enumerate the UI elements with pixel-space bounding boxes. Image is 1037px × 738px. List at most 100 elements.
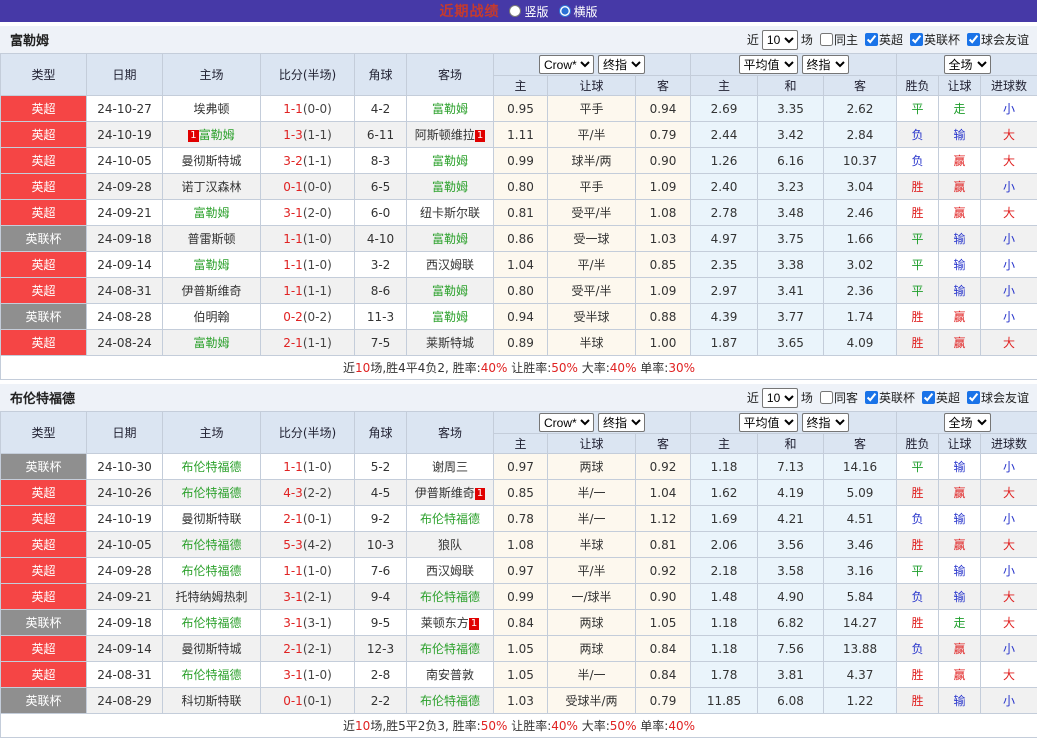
- filter-option-英超[interactable]: 英超: [861, 31, 903, 48]
- home-team-name: 科切斯特联: [181, 694, 241, 708]
- corners-cell: 11-3: [355, 304, 407, 330]
- avg-away-odds-cell: 14.27: [824, 610, 897, 636]
- full-time-score: 3-2: [283, 154, 303, 168]
- league-badge: 英超: [1, 122, 87, 148]
- away-odds-cell: 0.92: [636, 558, 691, 584]
- filter-checkbox[interactable]: [820, 391, 833, 404]
- goals-total-cell: 大: [981, 330, 1037, 356]
- handicap-result-cell: 输: [939, 558, 981, 584]
- away-odds-cell: 0.79: [636, 688, 691, 714]
- filter-checkbox-label: 英联杯: [924, 31, 960, 48]
- filter-checkbox[interactable]: [820, 33, 833, 46]
- near-label: 近: [747, 389, 759, 406]
- avg-home-odds-cell: 11.85: [691, 688, 758, 714]
- avg-away-odds-cell: 5.09: [824, 480, 897, 506]
- handicap-line-cell: 一/球半: [548, 584, 636, 610]
- odds-source-select[interactable]: Crow*: [539, 413, 594, 432]
- odds-source-select[interactable]: 终指: [802, 413, 849, 432]
- result-cell: 平: [897, 96, 939, 122]
- corners-cell: 6-5: [355, 174, 407, 200]
- half-time-score: (1-0): [303, 258, 332, 272]
- summary-segment: 10: [355, 361, 370, 375]
- avg-home-odds-cell: 2.40: [691, 174, 758, 200]
- away-odds-cell: 1.12: [636, 506, 691, 532]
- orientation-option-vertical[interactable]: 竖版: [509, 3, 548, 20]
- odds-source-select[interactable]: Crow*: [539, 55, 594, 74]
- filter-checkbox[interactable]: [865, 33, 878, 46]
- score-cell: 1-3(1-1): [261, 122, 355, 148]
- home-odds-cell: 0.80: [494, 278, 548, 304]
- corners-cell: 3-2: [355, 252, 407, 278]
- avg-draw-odds-cell: 3.56: [758, 532, 824, 558]
- column-header: 角球: [355, 54, 407, 96]
- home-odds-cell: 0.97: [494, 558, 548, 584]
- handicap-line-cell: 球半/两: [548, 148, 636, 174]
- odds-source-select[interactable]: 终指: [598, 55, 645, 74]
- orientation-option-horizontal[interactable]: 横版: [559, 3, 598, 20]
- filter-option-同主[interactable]: 同主: [816, 31, 858, 48]
- filter-checkbox[interactable]: [967, 391, 980, 404]
- games-count-select[interactable]: 10: [762, 30, 798, 50]
- avg-draw-odds-cell: 3.35: [758, 96, 824, 122]
- section-header: 富勒姆近10场同主英超英联杯球会友谊: [0, 26, 1037, 53]
- summary-segment: 30%: [668, 361, 695, 375]
- home-odds-cell: 1.05: [494, 636, 548, 662]
- avg-home-odds-cell: 2.78: [691, 200, 758, 226]
- red-card-badge: 1: [475, 130, 485, 142]
- score-cell: 1-1(0-0): [261, 96, 355, 122]
- away-team-name: 南安普敦: [426, 668, 474, 682]
- odds-source-select[interactable]: 平均值: [739, 413, 798, 432]
- avg-away-odds-cell: 2.46: [824, 200, 897, 226]
- filter-checkbox[interactable]: [922, 391, 935, 404]
- avg-draw-odds-cell: 6.08: [758, 688, 824, 714]
- filter-option-球会友谊[interactable]: 球会友谊: [963, 389, 1029, 406]
- corners-cell: 8-6: [355, 278, 407, 304]
- home-team-cell: 布伦特福德: [163, 662, 261, 688]
- vertical-radio[interactable]: [509, 5, 521, 17]
- away-odds-cell: 1.08: [636, 200, 691, 226]
- filter-option-英联杯[interactable]: 英联杯: [861, 389, 915, 406]
- odds-source-select[interactable]: 终指: [598, 413, 645, 432]
- filter-option-英联杯[interactable]: 英联杯: [906, 31, 960, 48]
- column-header: 类型: [1, 54, 87, 96]
- filter-option-同客[interactable]: 同客: [816, 389, 858, 406]
- full-time-score: 3-1: [283, 206, 303, 220]
- handicap-line-cell: 平手: [548, 96, 636, 122]
- filter-checkbox[interactable]: [865, 391, 878, 404]
- match-row: 英超24-10-27埃弗顿1-1(0-0)4-2富勒姆0.95平手0.942.6…: [1, 96, 1037, 122]
- away-odds-cell: 1.03: [636, 226, 691, 252]
- filter-option-球会友谊[interactable]: 球会友谊: [963, 31, 1029, 48]
- home-team-cell: 伊普斯维奇: [163, 278, 261, 304]
- odds-source-select[interactable]: 终指: [802, 55, 849, 74]
- filter-checkbox[interactable]: [967, 33, 980, 46]
- score-cell: 1-1(1-1): [261, 278, 355, 304]
- half-time-score: (2-1): [303, 590, 332, 604]
- half-time-score: (0-0): [303, 102, 332, 116]
- home-odds-cell: 1.04: [494, 252, 548, 278]
- goals-total-cell: 小: [981, 278, 1037, 304]
- horizontal-radio[interactable]: [559, 5, 571, 17]
- corners-cell: 7-6: [355, 558, 407, 584]
- away-team-cell: 伊普斯维奇1: [407, 480, 494, 506]
- filter-checkbox[interactable]: [910, 33, 923, 46]
- home-odds-cell: 0.89: [494, 330, 548, 356]
- away-team-cell: 富勒姆: [407, 174, 494, 200]
- home-team-cell: 布伦特福德: [163, 558, 261, 584]
- match-row: 英超24-10-26布伦特福德4-3(2-2)4-5伊普斯维奇10.85半/一1…: [1, 480, 1037, 506]
- away-team-name: 西汉姆联: [426, 564, 474, 578]
- score-cell: 2-1(0-1): [261, 506, 355, 532]
- filter-option-英超[interactable]: 英超: [918, 389, 960, 406]
- handicap-line-cell: 两球: [548, 454, 636, 480]
- handicap-line-cell: 受平/半: [548, 278, 636, 304]
- away-team-cell: 狼队: [407, 532, 494, 558]
- odds-source-select[interactable]: 平均值: [739, 55, 798, 74]
- handicap-result-cell: 赢: [939, 304, 981, 330]
- result-cell: 胜: [897, 200, 939, 226]
- filter-checkbox-label: 英超: [879, 31, 903, 48]
- odds-source-select[interactable]: 全场: [944, 55, 991, 74]
- avg-away-odds-cell: 4.37: [824, 662, 897, 688]
- home-team-cell: 科切斯特联: [163, 688, 261, 714]
- games-count-select[interactable]: 10: [762, 388, 798, 408]
- odds-source-select[interactable]: 全场: [944, 413, 991, 432]
- home-team-cell: 曼彻斯特联: [163, 506, 261, 532]
